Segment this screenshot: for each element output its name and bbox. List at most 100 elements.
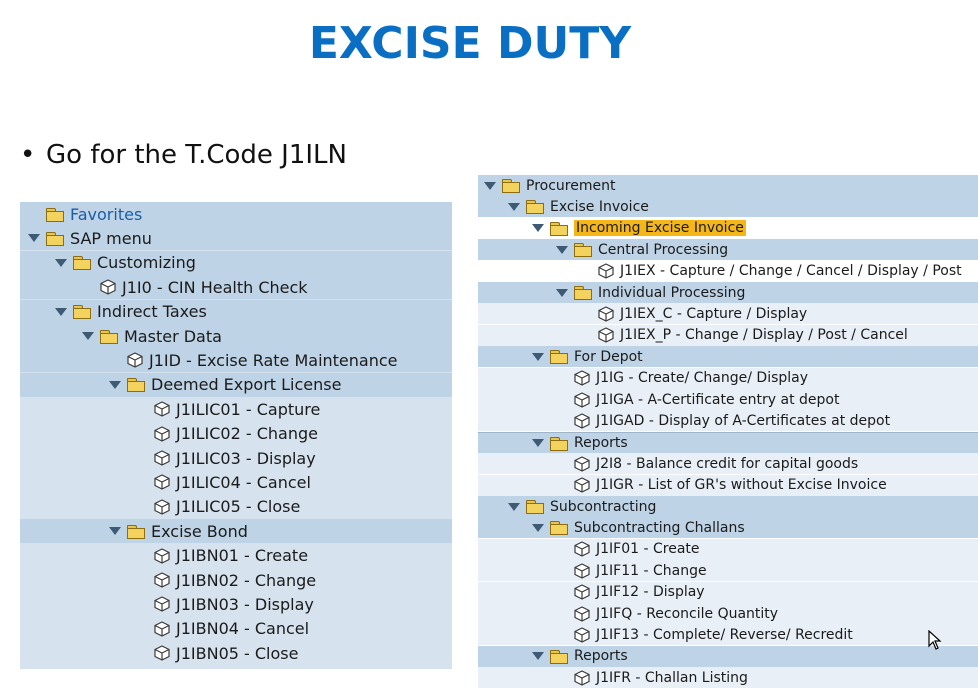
transaction-cube-icon xyxy=(574,670,590,686)
expand-triangle-icon[interactable] xyxy=(109,527,121,536)
expand-triangle-icon[interactable] xyxy=(508,202,520,211)
tree-node-label: Master Data xyxy=(124,326,222,346)
tree-folder-node[interactable]: Favorites xyxy=(20,202,452,226)
tree-folder-node[interactable]: Reports xyxy=(478,431,978,454)
folder-icon xyxy=(127,378,145,393)
folder-icon xyxy=(574,286,592,300)
tree-folder-node[interactable]: Excise Bond xyxy=(20,519,452,544)
tree-node-label: J1IF01 - Create xyxy=(596,541,700,558)
expand-triangle-icon[interactable] xyxy=(28,234,40,243)
tree-node-label: Central Processing xyxy=(598,241,729,258)
expand-triangle-icon[interactable] xyxy=(508,502,520,511)
expand-triangle-icon[interactable] xyxy=(532,224,544,233)
tree-transaction-node[interactable]: J1IBN05 - Close xyxy=(20,641,452,665)
sap-menu-tree-left: Favorites SAP menu Customizing J1I0 - CIN H… xyxy=(20,202,452,669)
tree-folder-node[interactable]: Customizing xyxy=(20,250,452,275)
expand-triangle-icon[interactable] xyxy=(55,307,67,316)
tree-transaction-node[interactable]: J1IEX_C - Capture / Display xyxy=(478,303,978,325)
tree-transaction-node[interactable]: J2I8 - Balance credit for capital goods xyxy=(478,453,978,475)
bullet-dot: • xyxy=(20,140,36,170)
tree-transaction-node[interactable]: J1ILIC01 - Capture xyxy=(20,397,452,421)
tree-node-label: J1I0 - CIN Health Check xyxy=(122,277,308,297)
tree-transaction-node[interactable]: J1IF11 - Change xyxy=(478,560,978,582)
expand-triangle-icon[interactable] xyxy=(532,523,544,532)
tree-node-label: Excise Bond xyxy=(151,521,248,541)
tree-node-label: For Depot xyxy=(574,348,643,365)
page-title: EXCISE DUTY xyxy=(308,18,632,69)
transaction-cube-icon xyxy=(127,352,143,369)
expand-triangle-icon[interactable] xyxy=(532,352,544,361)
tree-folder-node[interactable]: Subcontracting xyxy=(478,496,978,517)
tree-folder-node[interactable]: SAP menu xyxy=(20,226,452,251)
tree-transaction-node[interactable]: J1ILIC04 - Cancel xyxy=(20,470,452,494)
folder-icon xyxy=(46,207,64,222)
tree-transaction-node[interactable]: J1IBN01 - Create xyxy=(20,544,452,568)
tree-node-label: J1IEX_P - Change / Display / Post / Canc… xyxy=(620,327,908,344)
tree-node-label: J1ILIC03 - Display xyxy=(176,448,316,468)
tree-transaction-node[interactable]: J1IF13 - Complete/ Reverse/ Recredit xyxy=(478,624,978,646)
tree-folder-node[interactable]: Excise Invoice xyxy=(478,196,978,218)
tree-transaction-node[interactable]: J1ILIC02 - Change xyxy=(20,422,452,446)
tree-node-label: J2I8 - Balance credit for capital goods xyxy=(596,455,859,472)
tree-transaction-node[interactable]: J1IBN04 - Cancel xyxy=(20,617,452,641)
tree-transaction-node[interactable]: J1ILIC03 - Display xyxy=(20,446,452,470)
tree-transaction-node[interactable]: J1IBN03 - Display xyxy=(20,592,452,616)
expand-triangle-icon[interactable] xyxy=(82,332,94,340)
expand-triangle-icon[interactable] xyxy=(484,181,496,190)
expand-triangle-icon[interactable] xyxy=(55,258,67,267)
tree-folder-node[interactable]: Reports xyxy=(478,645,978,667)
expand-triangle-icon[interactable] xyxy=(109,380,121,389)
transaction-cube-icon xyxy=(154,572,170,588)
tree-folder-node[interactable]: Deemed Export License xyxy=(20,372,452,397)
transaction-cube-icon xyxy=(574,627,590,643)
tree-folder-node[interactable]: Indirect Taxes xyxy=(20,299,452,324)
tree-transaction-node[interactable]: J1I0 - CIN Health Check xyxy=(20,275,452,300)
tree-folder-node[interactable]: Procurement xyxy=(478,175,978,196)
transaction-cube-icon xyxy=(598,306,614,322)
tree-transaction-node[interactable]: J1IFQ - Reconcile Quantity xyxy=(478,603,978,624)
tree-node-label: SAP menu xyxy=(70,228,152,248)
folder-icon xyxy=(100,329,118,344)
transaction-cube-icon xyxy=(574,563,590,579)
expand-triangle-icon[interactable] xyxy=(556,245,568,254)
tree-folder-node[interactable]: Central Processing xyxy=(478,239,978,261)
transaction-cube-icon xyxy=(154,499,170,515)
transaction-cube-icon xyxy=(154,450,170,466)
folder-icon xyxy=(574,243,592,258)
expand-triangle-icon[interactable] xyxy=(556,288,568,297)
tree-transaction-node[interactable]: J1IGA - A-Certificate entry at depot xyxy=(478,389,978,410)
tree-folder-node[interactable]: Subcontracting Challans xyxy=(478,517,978,539)
tree-folder-node[interactable]: For Depot xyxy=(478,346,978,368)
folder-icon xyxy=(526,500,544,514)
transaction-cube-icon xyxy=(598,263,614,279)
tree-folder-node[interactable]: Master Data xyxy=(20,324,452,348)
tree-transaction-node[interactable]: J1IGAD - Display of A-Certificates at de… xyxy=(478,410,978,432)
tree-transaction-node[interactable]: J1IF01 - Create xyxy=(478,538,978,560)
tree-node-label: J1IF12 - Display xyxy=(596,584,705,601)
expand-triangle-icon[interactable] xyxy=(532,439,544,448)
sap-menu-tree-right: Procurement Excise Invoice Incoming Excise… xyxy=(478,175,978,689)
tree-folder-node[interactable]: Incoming Excise Invoice xyxy=(478,217,978,239)
tree-transaction-node[interactable]: J1IGR - List of GR's without Excise Invo… xyxy=(478,474,978,496)
tree-transaction-node[interactable]: J1IFR - Challan Listing xyxy=(478,667,978,689)
tree-node-label: Reports xyxy=(574,435,628,452)
tree-transaction-node[interactable]: J1ID - Excise Rate Maintenance xyxy=(20,348,452,373)
tree-transaction-node[interactable]: J1ILIC05 - Close xyxy=(20,495,452,519)
tree-node-label: J1ILIC05 - Close xyxy=(176,497,301,517)
tree-transaction-node[interactable]: J1IEX - Capture / Change / Cancel / Disp… xyxy=(478,260,978,282)
tree-node-label: Subcontracting Challans xyxy=(574,519,745,536)
folder-icon xyxy=(502,179,520,193)
tree-node-label: J1IBN04 - Cancel xyxy=(176,619,310,639)
tree-transaction-node[interactable]: J1IG - Create/ Change/ Display xyxy=(478,367,978,389)
tree-transaction-node[interactable]: J1IBN02 - Change xyxy=(20,568,452,592)
tree-node-label: Excise Invoice xyxy=(550,198,649,215)
tree-folder-node[interactable]: Individual Processing xyxy=(478,282,978,303)
tree-node-label: Incoming Excise Invoice xyxy=(574,220,746,237)
expand-triangle-icon[interactable] xyxy=(532,652,544,661)
tree-transaction-node[interactable]: J1IEX_P - Change / Display / Post / Canc… xyxy=(478,324,978,346)
transaction-cube-icon xyxy=(154,596,170,613)
tree-transaction-node[interactable]: J1IF12 - Display xyxy=(478,581,978,603)
tree-node-label: J1IFQ - Reconcile Quantity xyxy=(596,605,779,622)
tree-node-label: J1IBN01 - Create xyxy=(176,546,309,566)
tree-node-label: Favorites xyxy=(70,204,143,224)
